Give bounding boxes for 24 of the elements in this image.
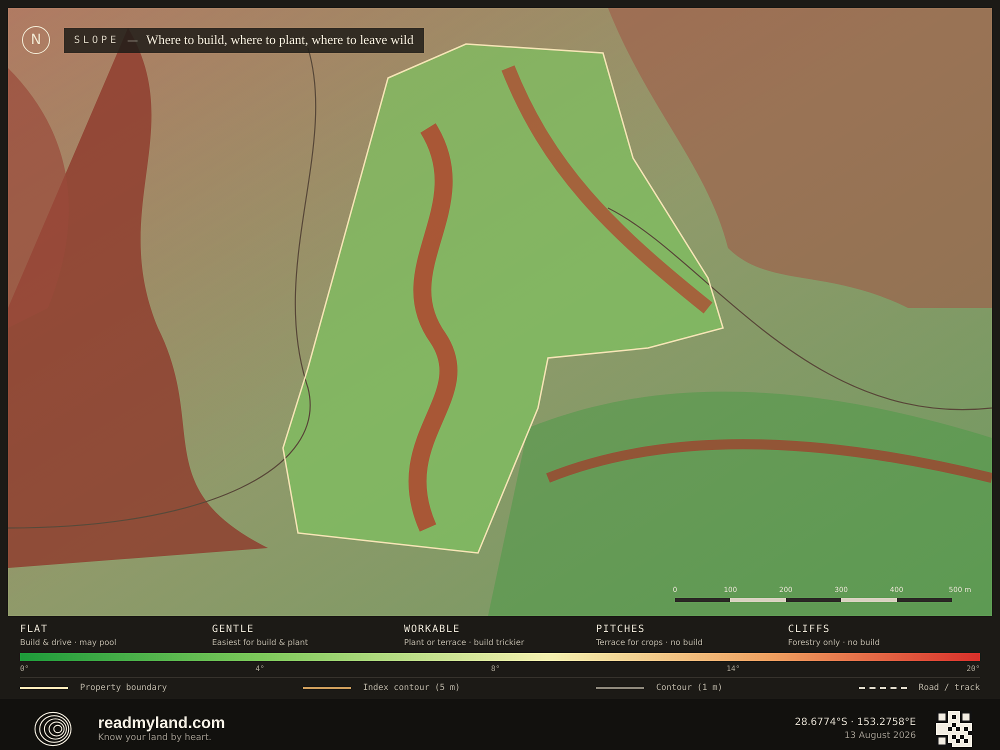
coordinates: 28.6774°S · 153.2758°E bbox=[794, 717, 916, 728]
slope-class-description: Build & drive · may pool bbox=[20, 638, 118, 647]
slope-class-description: Easiest for build & plant bbox=[212, 638, 310, 647]
site-name: readmyland.com bbox=[98, 715, 226, 733]
line-legend-label: Index contour (5 m) bbox=[362, 683, 460, 693]
map-subtitle: Where to build, where to plant, where to leave wild bbox=[146, 32, 414, 48]
line-legend-label: Property boundary bbox=[80, 683, 167, 693]
slope-class-name: WORKABLE bbox=[404, 624, 462, 635]
slope-class-name: CLIFFS bbox=[788, 624, 832, 635]
fingerprint-logo-icon bbox=[34, 710, 72, 748]
layer-title: SLOPE bbox=[74, 34, 120, 46]
slope-class-description: Terrace for crops · no build bbox=[596, 638, 704, 647]
title-separator: — bbox=[127, 34, 138, 46]
slope-class-name: PITCHES bbox=[596, 624, 646, 635]
slope-class-description: Forestry only · no build bbox=[788, 638, 881, 647]
tagline: Know your land by heart. bbox=[98, 733, 212, 743]
date: 13 August 2026 bbox=[844, 731, 916, 741]
line-legend-label: Road / track bbox=[918, 683, 980, 693]
qr-code-icon bbox=[936, 711, 972, 747]
slope-class-name: FLAT bbox=[20, 624, 50, 635]
slope-class-description: Plant or terrace · build trickier bbox=[404, 638, 526, 647]
slope-class-name: GENTLE bbox=[212, 624, 256, 635]
line-legend-label: Contour (1 m) bbox=[656, 683, 723, 693]
compass-icon: N bbox=[22, 26, 50, 54]
